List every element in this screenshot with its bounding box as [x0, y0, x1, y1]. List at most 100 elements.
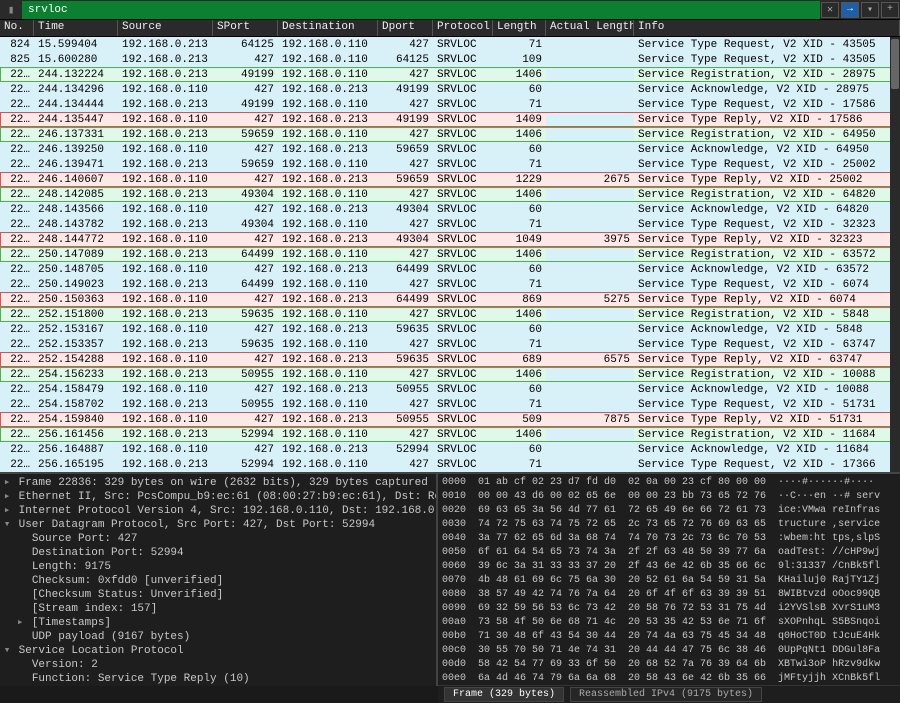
hex-line[interactable]: 0090 69 32 59 56 53 6c 73 42 20 58 76 72… — [442, 602, 896, 616]
packet-row[interactable]: 22…254.158702192.168.0.21350955192.168.0… — [0, 397, 900, 412]
hex-line[interactable]: 00d0 58 42 54 77 69 33 6f 50 20 68 52 7a… — [442, 658, 896, 672]
cell-src: 192.168.0.213 — [118, 369, 213, 381]
col-header-actual-length[interactable]: Actual Length — [546, 20, 634, 36]
col-header-source[interactable]: Source — [118, 20, 213, 36]
packet-row[interactable]: 22…250.148705192.168.0.110427192.168.0.2… — [0, 262, 900, 277]
hex-line[interactable]: 00a0 73 58 4f 50 6e 68 71 4c 20 53 35 42… — [442, 616, 896, 630]
packet-list-header[interactable]: No. Time Source SPort Destination Dport … — [0, 20, 900, 37]
cell-time: 246.140607 — [34, 174, 118, 186]
bytes-tab-bar: Frame (329 bytes) Reassembled IPv4 (9175… — [438, 685, 900, 703]
col-header-length[interactable]: Length — [493, 20, 546, 36]
packet-row[interactable]: 22…254.159840192.168.0.110427192.168.0.2… — [0, 412, 900, 427]
detail-line[interactable]: Service Location Protocol — [0, 644, 436, 658]
packet-row[interactable]: 22…246.140607192.168.0.110427192.168.0.2… — [0, 172, 900, 187]
packet-row[interactable]: 22…244.134444192.168.0.21349199192.168.0… — [0, 97, 900, 112]
packet-row[interactable]: 22…250.147089192.168.0.21364499192.168.0… — [0, 247, 900, 262]
packet-row[interactable]: 22…252.154288192.168.0.110427192.168.0.2… — [0, 352, 900, 367]
cell-no: 22… — [0, 444, 34, 456]
packet-row[interactable]: 82515.600280192.168.0.213427192.168.0.11… — [0, 52, 900, 67]
bookmark-icon[interactable]: ▮ — [3, 2, 19, 18]
cell-time: 246.139471 — [34, 159, 118, 171]
cell-time: 250.150363 — [34, 294, 118, 306]
cell-len: 1406 — [493, 249, 546, 261]
packet-row[interactable]: 22…252.153167192.168.0.110427192.168.0.2… — [0, 322, 900, 337]
packet-row[interactable]: 22…244.134296192.168.0.110427192.168.0.2… — [0, 82, 900, 97]
packet-row[interactable]: 22…250.149023192.168.0.21364499192.168.0… — [0, 277, 900, 292]
detail-line[interactable]: Checksum: 0xfdd0 [unverified] — [0, 574, 436, 588]
packet-row[interactable]: 22…254.156233192.168.0.21350955192.168.0… — [0, 367, 900, 382]
detail-line[interactable]: Destination Port: 52994 — [0, 546, 436, 560]
hex-line[interactable]: 0080 38 57 49 42 74 76 7a 64 20 6f 4f 6f… — [442, 588, 896, 602]
packet-row[interactable]: 22…252.151800192.168.0.21359635192.168.0… — [0, 307, 900, 322]
detail-line[interactable]: User Datagram Protocol, Src Port: 427, D… — [0, 518, 436, 532]
detail-line[interactable]: Internet Protocol Version 4, Src: 192.16… — [0, 504, 436, 518]
packet-row[interactable]: 82415.599404192.168.0.21364125192.168.0.… — [0, 37, 900, 52]
packet-row[interactable]: 22…252.153357192.168.0.21359635192.168.0… — [0, 337, 900, 352]
hex-line[interactable]: 0020 69 63 65 3a 56 4d 77 61 72 65 49 6e… — [442, 504, 896, 518]
hex-line[interactable]: 0070 4b 48 61 69 6c 75 6a 30 20 52 61 6a… — [442, 574, 896, 588]
filter-history-button[interactable]: ▾ — [861, 2, 879, 18]
detail-line[interactable]: Source Port: 427 — [0, 532, 436, 546]
packet-row[interactable]: 22…244.135447192.168.0.110427192.168.0.2… — [0, 112, 900, 127]
col-header-dport[interactable]: Dport — [378, 20, 433, 36]
packet-row[interactable]: 22…254.158479192.168.0.110427192.168.0.2… — [0, 382, 900, 397]
caret-closed-icon[interactable] — [2, 504, 12, 518]
hex-line[interactable]: 0000 01 ab cf 02 23 d7 fd d0 02 0a 00 23… — [442, 476, 896, 490]
packet-list-scrollbar[interactable] — [890, 37, 900, 472]
hex-line[interactable]: 0010 00 00 43 d6 00 02 65 6e 00 00 23 bb… — [442, 490, 896, 504]
detail-line[interactable]: [Stream index: 157] — [0, 602, 436, 616]
filter-apply-button[interactable]: → — [841, 2, 859, 18]
detail-line[interactable]: Ethernet II, Src: PcsCompu_b9:ec:61 (08:… — [0, 490, 436, 504]
bytes-tab-frame[interactable]: Frame (329 bytes) — [444, 687, 564, 702]
packet-row[interactable]: 22…250.150363192.168.0.110427192.168.0.2… — [0, 292, 900, 307]
col-header-time[interactable]: Time — [34, 20, 118, 36]
col-header-no[interactable]: No. — [0, 20, 34, 36]
filter-add-button[interactable]: + — [881, 2, 899, 18]
cell-time: 256.165195 — [34, 459, 118, 471]
caret-closed-icon[interactable] — [15, 616, 25, 630]
cell-src: 192.168.0.110 — [118, 354, 213, 366]
packet-row[interactable]: 22…246.137331192.168.0.21359659192.168.0… — [0, 127, 900, 142]
caret-open-icon[interactable] — [2, 644, 12, 658]
detail-line[interactable]: [Timestamps] — [0, 616, 436, 630]
cell-no: 22… — [0, 429, 34, 441]
detail-line[interactable]: [Checksum Status: Unverified] — [0, 588, 436, 602]
bytes-tab-reassembled[interactable]: Reassembled IPv4 (9175 bytes) — [570, 687, 762, 702]
hex-line[interactable]: 00b0 71 30 48 6f 43 54 30 44 20 74 4a 63… — [442, 630, 896, 644]
packet-row[interactable]: 22…256.165195192.168.0.21352994192.168.0… — [0, 457, 900, 472]
detail-text: User Datagram Protocol, Src Port: 427, D… — [19, 519, 375, 531]
hex-line[interactable]: 0050 6f 61 64 54 65 73 74 3a 2f 2f 63 48… — [442, 546, 896, 560]
packet-bytes-pane[interactable]: 0000 01 ab cf 02 23 d7 fd d0 02 0a 00 23… — [438, 474, 900, 686]
hex-line[interactable]: 0030 74 72 75 63 74 75 72 65 2c 73 65 72… — [442, 518, 896, 532]
cell-sport: 50955 — [213, 399, 278, 411]
cell-src: 192.168.0.213 — [118, 129, 213, 141]
filter-clear-button[interactable]: ✕ — [821, 2, 839, 18]
hex-line[interactable]: 0040 3a 77 62 65 6d 3a 68 74 74 70 73 2c… — [442, 532, 896, 546]
packet-row[interactable]: 22…248.144772192.168.0.110427192.168.0.2… — [0, 232, 900, 247]
col-header-sport[interactable]: SPort — [213, 20, 278, 36]
packet-row[interactable]: 22…248.142085192.168.0.21349304192.168.0… — [0, 187, 900, 202]
col-header-dest[interactable]: Destination — [278, 20, 378, 36]
detail-line[interactable]: Function: Service Type Reply (10) — [0, 672, 436, 686]
hex-line[interactable]: 0060 39 6c 3a 31 33 33 37 20 2f 43 6e 42… — [442, 560, 896, 574]
packet-row[interactable]: 22…246.139250192.168.0.110427192.168.0.2… — [0, 142, 900, 157]
packet-row[interactable]: 22…248.143566192.168.0.110427192.168.0.2… — [0, 202, 900, 217]
packet-row[interactable]: 22…246.139471192.168.0.21359659192.168.0… — [0, 157, 900, 172]
packet-row[interactable]: 22…256.164887192.168.0.110427192.168.0.2… — [0, 442, 900, 457]
packet-row[interactable]: 22…244.132224192.168.0.21349199192.168.0… — [0, 67, 900, 82]
detail-line[interactable]: Frame 22836: 329 bytes on wire (2632 bit… — [0, 476, 436, 490]
detail-line[interactable]: Length: 9175 — [0, 560, 436, 574]
detail-line[interactable]: Version: 2 — [0, 658, 436, 672]
caret-open-icon[interactable] — [2, 518, 12, 532]
caret-closed-icon[interactable] — [2, 490, 12, 504]
packet-row[interactable]: 22…256.161456192.168.0.21352994192.168.0… — [0, 427, 900, 442]
display-filter-input[interactable] — [22, 1, 820, 19]
detail-line[interactable]: UDP payload (9167 bytes) — [0, 630, 436, 644]
packet-details-pane[interactable]: Frame 22836: 329 bytes on wire (2632 bit… — [0, 474, 438, 686]
packet-row[interactable]: 22…248.143782192.168.0.21349304192.168.0… — [0, 217, 900, 232]
hex-line[interactable]: 00e0 6a 4d 46 74 79 6a 6a 68 20 58 43 6e… — [442, 672, 896, 686]
col-header-info[interactable]: Info — [634, 20, 900, 36]
col-header-proto[interactable]: Protocol — [433, 20, 493, 36]
hex-line[interactable]: 00c0 30 55 70 50 71 4e 74 31 20 44 44 47… — [442, 644, 896, 658]
caret-closed-icon[interactable] — [2, 476, 12, 490]
